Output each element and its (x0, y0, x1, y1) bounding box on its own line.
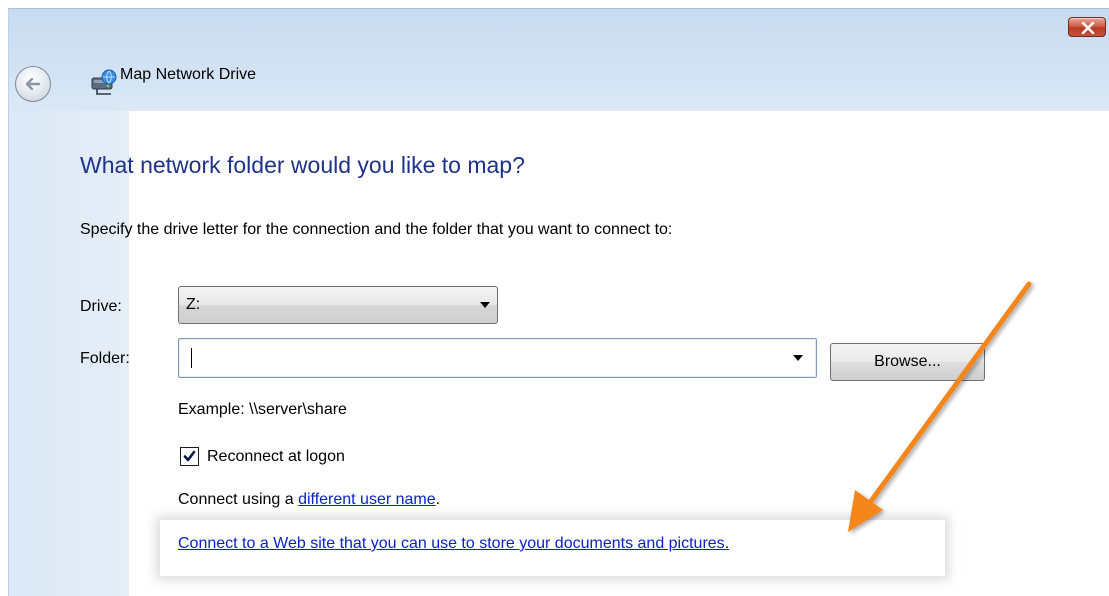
folder-label: Folder: (80, 350, 130, 367)
folder-input[interactable] (178, 338, 817, 378)
map-network-drive-window: Map Network Drive (8, 8, 1109, 596)
instructions-text: Specify the drive letter for the connect… (80, 221, 673, 238)
web-site-link[interactable]: Connect to a Web site that you can use t… (178, 535, 725, 552)
close-button[interactable] (1068, 17, 1106, 37)
drive-label: Drive: (80, 298, 122, 315)
reconnect-checkbox[interactable] (180, 447, 199, 466)
network-drive-icon (91, 69, 117, 95)
browse-button[interactable]: Browse... (830, 343, 985, 381)
back-button[interactable] (15, 66, 51, 102)
reconnect-label[interactable]: Reconnect at logon (207, 448, 345, 466)
text-cursor (191, 348, 192, 368)
web-site-link-suffix: . (724, 535, 730, 552)
drive-select[interactable]: Z: (178, 286, 498, 324)
page-heading: What network folder would you like to ma… (80, 152, 525, 178)
back-arrow-icon (25, 77, 41, 91)
chevron-down-icon (480, 302, 490, 308)
drive-value: Z: (186, 296, 201, 313)
checkmark-icon (183, 450, 196, 462)
web-site-link-line: Connect to a Web site that you can use t… (178, 535, 729, 553)
close-icon (1081, 22, 1095, 34)
example-text: Example: \\server\share (178, 401, 347, 418)
window-title: Map Network Drive (120, 66, 257, 83)
window-frame-top (9, 9, 1109, 111)
connect-using-suffix: . (435, 491, 441, 508)
connect-using-prefix: Connect using a (178, 491, 299, 508)
chevron-down-icon[interactable] (793, 355, 803, 361)
connect-using-text: Connect using a different user name. (178, 491, 440, 509)
different-user-name-link[interactable]: different user name (298, 491, 436, 508)
